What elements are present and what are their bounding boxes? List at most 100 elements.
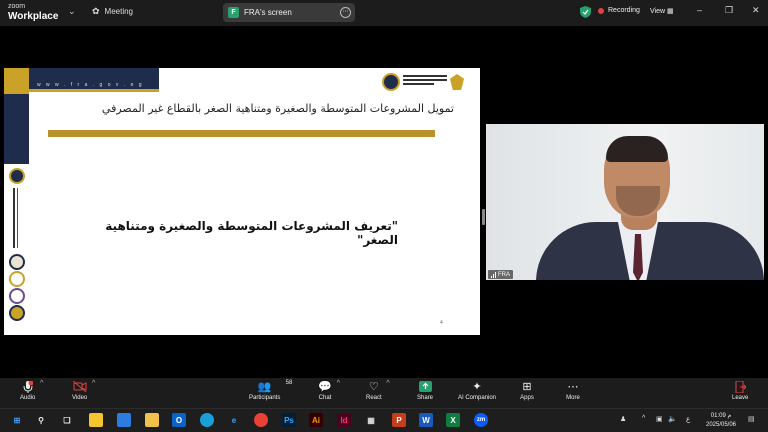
clock-date: 2025/05/06 xyxy=(705,422,737,428)
meeting-label: Meeting xyxy=(104,7,134,16)
minimize-icon[interactable]: – xyxy=(697,5,702,15)
participant-hair xyxy=(606,136,668,162)
windows-start-icon[interactable]: ⊞ xyxy=(10,413,24,427)
chat-options-caret-icon[interactable]: ^ xyxy=(337,380,340,387)
audio-button[interactable]: ^ Audio xyxy=(20,380,43,401)
task-view-icon[interactable]: ❏ xyxy=(60,413,74,427)
apps-button[interactable]: ⊞ Apps xyxy=(520,380,534,401)
photoshop-icon[interactable]: Ps xyxy=(282,413,296,427)
word-icon[interactable]: W xyxy=(419,413,433,427)
partner-logo-1-icon xyxy=(9,254,25,270)
search-icon[interactable]: ⚲ xyxy=(34,413,48,427)
ai-companion-label: AI Companion xyxy=(458,395,497,401)
vertical-text-decoration xyxy=(13,188,15,248)
participants-button[interactable]: 👥 58 Participants xyxy=(249,380,292,401)
chevron-down-icon[interactable]: ⌄ xyxy=(68,6,76,17)
calculator-icon[interactable]: ▦ xyxy=(364,413,378,427)
meeting-toolbar: ^ Audio ^ Video 👥 58 Participants 💬 ^ Ch… xyxy=(0,378,768,408)
leave-button[interactable]: Leave xyxy=(732,380,748,401)
chat-button[interactable]: 💬 ^ Chat xyxy=(318,380,340,401)
eagle-icon xyxy=(450,74,464,90)
share-label: FRA's screen xyxy=(244,8,292,17)
excel-icon[interactable]: X xyxy=(446,413,460,427)
leave-label: Leave xyxy=(732,395,749,401)
ie-icon[interactable]: e xyxy=(227,413,241,427)
outlook-icon[interactable]: O xyxy=(172,413,186,427)
audio-label: Audio xyxy=(20,395,36,401)
video-options-caret-icon[interactable]: ^ xyxy=(92,380,95,387)
shared-slide: w w w . f r a . g o v . e g تمويل المشرو… xyxy=(4,68,480,335)
store-icon[interactable] xyxy=(89,413,103,427)
tray-overflow-icon[interactable]: ^ xyxy=(642,415,645,422)
recording-dot-icon xyxy=(598,7,604,14)
audio-options-caret-icon[interactable]: ^ xyxy=(40,380,43,387)
participant-video[interactable]: FRA xyxy=(486,124,764,280)
heart-icon: ♡ xyxy=(368,381,379,393)
grid-icon: ▦ xyxy=(667,8,674,15)
screen-share-indicator[interactable]: F FRA's screen ⋯ xyxy=(223,3,355,22)
partner-logo-4-icon xyxy=(9,305,25,321)
edge-icon[interactable] xyxy=(200,413,214,427)
meeting-tab[interactable]: ✿ Meeting xyxy=(92,6,133,17)
participants-icon: 👥 xyxy=(257,381,272,393)
view-label: View xyxy=(650,8,666,15)
fra-emblem-icon xyxy=(382,73,400,91)
close-icon[interactable]: ✕ xyxy=(752,5,760,16)
illustrator-icon[interactable]: Ai xyxy=(309,413,323,427)
clock-time: 01:09 م xyxy=(710,413,732,419)
video-button[interactable]: ^ Video xyxy=(72,380,95,401)
notification-icon[interactable]: ▤ xyxy=(748,415,755,423)
slide-title: تمويل المشروعات المتوسطة والصغيرة ومتناه… xyxy=(101,102,454,115)
participant-name-tag: FRA xyxy=(488,270,513,279)
leave-icon xyxy=(733,380,747,393)
network-icon[interactable]: ▣ xyxy=(656,415,663,423)
user-icon[interactable]: ♟ xyxy=(620,415,626,423)
ai-companion-button[interactable]: ✦ AI Companion xyxy=(458,380,496,401)
indesign-icon[interactable]: Id xyxy=(337,413,351,427)
maximize-icon[interactable]: ❐ xyxy=(725,5,733,16)
react-label: React xyxy=(366,395,382,401)
sidebar-navy-block xyxy=(4,94,29,164)
share-button[interactable]: Share xyxy=(417,380,433,401)
partner-logo-2-icon xyxy=(9,271,25,287)
recording-indicator[interactable]: Recording xyxy=(598,7,640,14)
apps-label: Apps xyxy=(520,395,534,401)
zoom-window: zoom Workplace ⌄ ✿ Meeting F FRA's scree… xyxy=(0,0,768,432)
volume-icon[interactable]: 🔈 xyxy=(668,415,677,423)
fra-logo-text xyxy=(403,75,447,89)
chat-icon: 💬 xyxy=(318,381,332,393)
website-url: w w w . f r a . g o v . e g xyxy=(37,82,144,88)
more-button[interactable]: ⋯ More xyxy=(566,380,580,401)
recording-label: Recording xyxy=(608,7,640,14)
monitor-app-icon[interactable] xyxy=(117,413,131,427)
microphone-icon xyxy=(21,380,35,393)
vertical-text-decoration-2 xyxy=(17,188,18,248)
view-button[interactable]: View ▦ xyxy=(650,7,674,15)
brand-name: Workplace xyxy=(8,11,59,22)
file-explorer-icon[interactable] xyxy=(145,413,159,427)
slide-page-number: 4 xyxy=(440,320,443,326)
slide-sidebar xyxy=(4,68,29,335)
participant-name: FRA xyxy=(498,271,510,278)
language-indicator[interactable]: ع xyxy=(686,415,690,423)
react-options-caret-icon[interactable]: ^ xyxy=(386,380,389,387)
share-badge: F xyxy=(228,7,239,18)
powerpoint-icon[interactable]: P xyxy=(392,413,406,427)
taskbar-clock[interactable]: 01:09 م 2025/05/06 xyxy=(700,412,742,430)
shield-icon[interactable] xyxy=(580,6,591,18)
sidebar-gold-block xyxy=(4,68,29,94)
chrome-icon[interactable] xyxy=(254,413,268,427)
slide-heading: "تعريف المشروعات المتوسطة والصغيرة ومتنا… xyxy=(105,219,398,247)
chat-label: Chat xyxy=(318,395,332,401)
resize-handle[interactable] xyxy=(482,209,485,225)
video-label: Video xyxy=(72,395,88,401)
share-screen-icon xyxy=(418,380,432,393)
sparkle-icon: ✦ xyxy=(472,381,482,393)
video-off-icon xyxy=(72,380,87,393)
more-options-icon[interactable]: ⋯ xyxy=(340,7,351,18)
react-button[interactable]: ♡ ^ React xyxy=(366,380,390,401)
fra-seal-icon xyxy=(9,168,25,184)
signal-icon xyxy=(491,271,496,278)
fra-logo xyxy=(382,72,466,92)
zoom-app-icon[interactable]: zm xyxy=(474,413,488,427)
